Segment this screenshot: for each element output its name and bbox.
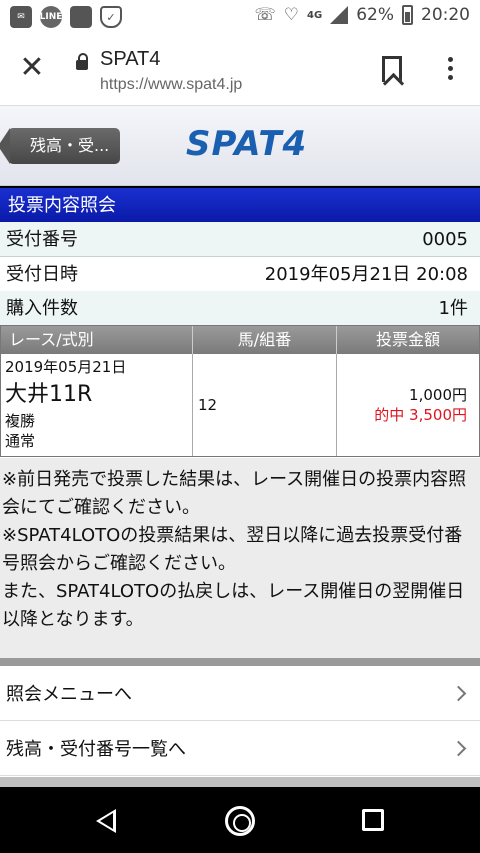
- note-text: ※SPAT4LOTOの投票結果は、翌日以降に過去投票受付番号照会からご確認くださ…: [2, 525, 463, 574]
- network-type: 4G: [307, 9, 323, 21]
- system-indicators: ☏ ♡ 4G 62% 20:20: [255, 5, 470, 25]
- race-cell: 2019年05月21日 大井11R 複勝 通常: [1, 354, 193, 456]
- horse-number: 12: [198, 396, 218, 414]
- horse-cell: 12: [193, 354, 337, 456]
- bookmark-icon[interactable]: [382, 56, 402, 82]
- bet-amount: 1,000円: [409, 386, 467, 404]
- purchase-count-label: 購入件数: [6, 298, 78, 319]
- nfc-icon: ☏: [254, 5, 276, 25]
- receipt-datetime-label: 受付日時: [6, 264, 78, 285]
- receipt-datetime-row: 受付日時 2019年05月21日 20:08: [0, 257, 480, 292]
- heart-icon: ♡: [283, 5, 300, 25]
- page-title: SPAT4: [100, 48, 161, 70]
- clock: 20:20: [421, 5, 470, 25]
- column-header-race: レース/式別: [1, 326, 193, 354]
- column-header-horse: 馬/組番: [193, 326, 337, 354]
- purchase-count-value: 1件: [438, 298, 468, 319]
- chevron-right-icon: [450, 685, 467, 702]
- browser-toolbar: ✕ SPAT4 https://www.spat4.jp: [0, 34, 480, 106]
- payout-amount: 的中 3,500円: [374, 406, 467, 424]
- site-header: 残高・受... SPAT4: [0, 106, 480, 186]
- divider: [0, 658, 480, 666]
- inquiry-menu-label: 照会メニューへ: [6, 684, 132, 705]
- receipt-number-label: 受付番号: [6, 229, 78, 250]
- back-to-balance-button[interactable]: 残高・受...: [0, 128, 120, 164]
- close-tab-icon[interactable]: ✕: [16, 52, 48, 84]
- amount-cell: 1,000円 的中 3,500円: [337, 354, 479, 456]
- email-icon: ✉: [10, 6, 32, 28]
- receipt-datetime-value: 2019年05月21日 20:08: [264, 264, 468, 285]
- receipt-number-row: 受付番号 0005: [0, 222, 480, 257]
- battery-icon: [402, 5, 413, 25]
- receipt-number-value: 0005: [422, 229, 468, 250]
- status-bar: ✉ LINE ✓ ☏ ♡ 4G 62% 20:20: [0, 0, 480, 34]
- overflow-menu-icon[interactable]: [440, 54, 460, 84]
- battery-percent: 62%: [356, 5, 394, 25]
- spat4-logo: SPAT4: [186, 124, 308, 164]
- notification-icons: ✉ LINE ✓: [10, 6, 122, 28]
- section-title: 投票内容照会: [0, 186, 480, 222]
- divider: [0, 777, 480, 787]
- note-text: ※前日発売で投票した結果は、レース開催日の投票内容照会にてご確認ください。: [2, 469, 467, 518]
- bet-mode: 通常: [5, 432, 36, 450]
- recent-apps-icon[interactable]: [362, 809, 384, 831]
- race-date: 2019年05月21日: [5, 358, 127, 376]
- note-text: また、SPAT4LOTOの払戻しは、レース開催日の翌開催日以降となります。: [2, 581, 465, 630]
- home-icon[interactable]: [225, 806, 255, 836]
- table-header: レース/式別 馬/組番 投票金額: [1, 326, 479, 354]
- shield-icon: ✓: [100, 6, 122, 28]
- lock-icon[interactable]: [76, 53, 88, 70]
- line-app-icon: LINE: [40, 6, 62, 28]
- balance-list-label: 残高・受付番号一覧へ: [6, 739, 186, 760]
- url-text[interactable]: https://www.spat4.jp: [100, 76, 242, 94]
- inquiry-menu-link[interactable]: 照会メニューへ: [0, 668, 480, 721]
- race-name: 大井11R: [5, 382, 93, 407]
- bet-type: 複勝: [5, 412, 36, 430]
- app-square-icon: [70, 6, 92, 28]
- notes-section: ※前日発売で投票した結果は、レース開催日の投票内容照会にてご確認ください。 ※S…: [0, 458, 480, 658]
- chevron-right-icon: [450, 740, 467, 757]
- purchase-count-row: 購入件数 1件: [0, 291, 480, 326]
- signal-icon: [330, 6, 349, 24]
- back-icon[interactable]: [96, 809, 116, 833]
- column-header-amount: 投票金額: [375, 330, 440, 349]
- system-nav-bar: [0, 787, 480, 853]
- balance-list-link[interactable]: 残高・受付番号一覧へ: [0, 723, 480, 776]
- bet-table: レース/式別 馬/組番 投票金額 2019年05月21日 大井11R 複勝 通常…: [0, 325, 480, 457]
